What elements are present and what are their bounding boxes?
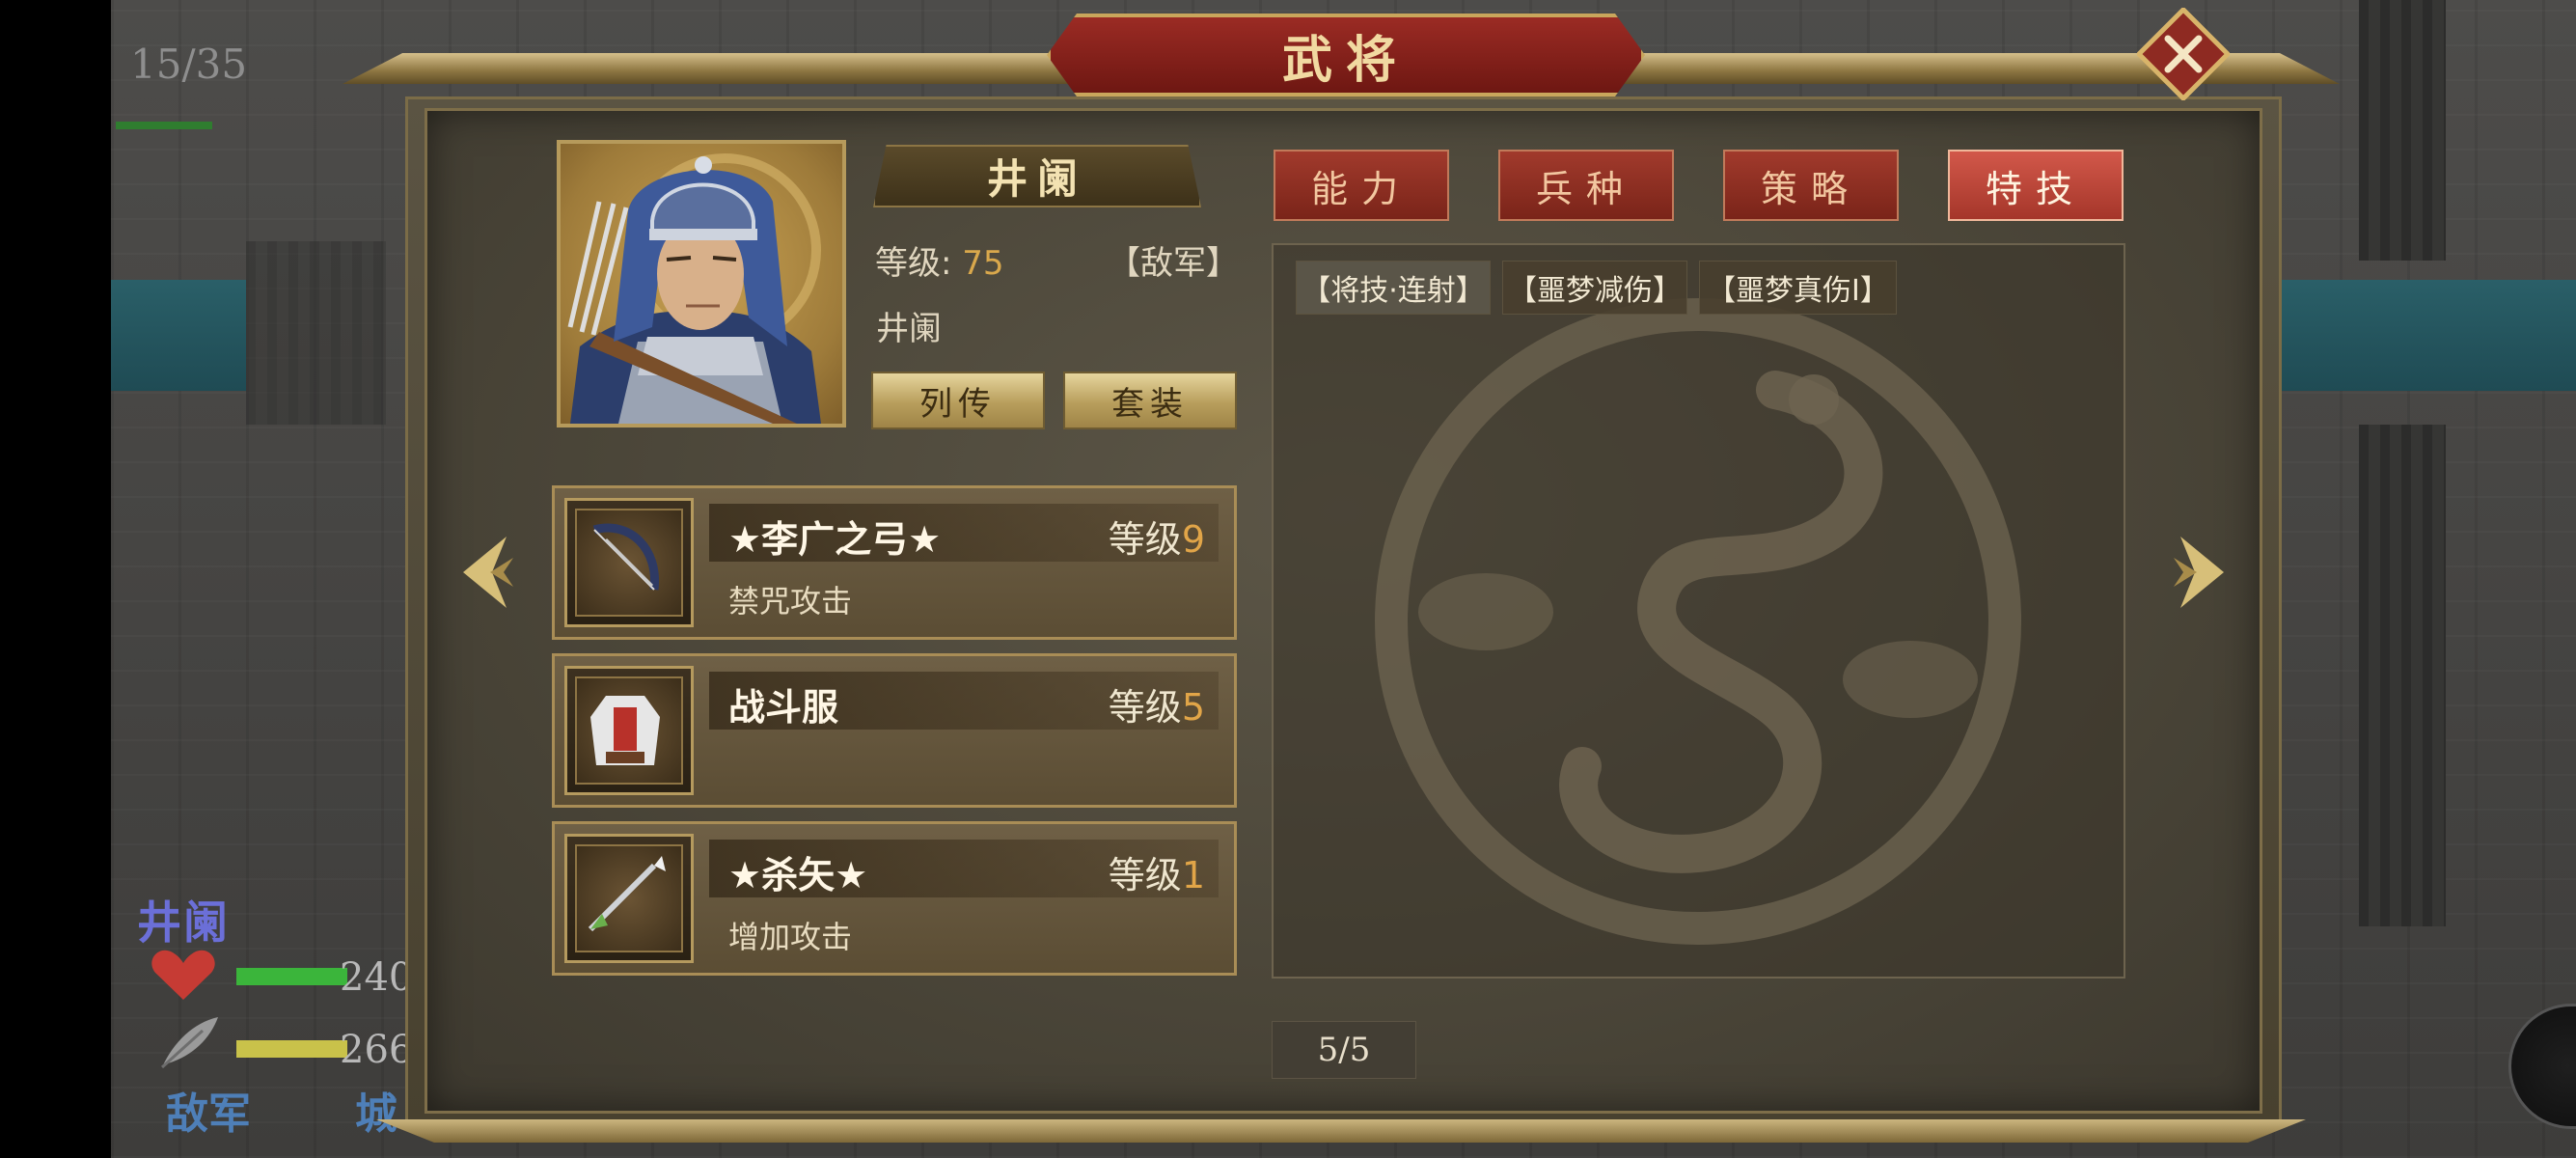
city-gate: [246, 241, 386, 425]
equipment-level: 等级5: [1108, 686, 1205, 729]
armor-icon: [590, 696, 660, 765]
tab-troop-type[interactable]: 兵种: [1498, 150, 1674, 221]
close-button[interactable]: [2137, 8, 2230, 100]
river: [2282, 280, 2576, 391]
feather-icon: [160, 1017, 218, 1069]
dragon-emblem-icon: [1375, 298, 2021, 945]
tab-strategy[interactable]: 策略: [1723, 150, 1899, 221]
equipment-name: 战斗服: [728, 686, 839, 729]
general-level: 等级: 75: [875, 236, 1004, 284]
general-name-title: 井阑: [986, 155, 1087, 203]
equipment-name: ★杀矢★: [728, 854, 868, 896]
page-indicator: 5/5: [1272, 1021, 1416, 1079]
hp-value: 240: [340, 955, 414, 1000]
equipment-item[interactable]: 战斗服 等级5: [552, 653, 1237, 808]
equipment-slot: [564, 666, 694, 795]
faction-label: 【敌军】: [1108, 244, 1239, 283]
equipment-slot: [564, 498, 694, 627]
general-portrait: [557, 140, 846, 427]
side-label: 敌军: [166, 1089, 251, 1139]
general-name: 井阑: [876, 310, 942, 348]
hp-bar: [236, 968, 347, 985]
skill-chip[interactable]: 【噩梦真伤Ⅰ】: [1699, 261, 1897, 315]
general-name-plate: 井阑: [873, 145, 1201, 207]
tab-ability[interactable]: 能力: [1274, 150, 1449, 221]
city-label: 城: [355, 1089, 397, 1139]
city-wall: [2359, 425, 2446, 926]
skill-chip[interactable]: 【将技·连射】: [1296, 261, 1491, 315]
mp-bar: [236, 1040, 347, 1058]
level-label: 等级:: [875, 244, 952, 283]
equipment-set-button[interactable]: 套装: [1063, 372, 1237, 429]
equipment-effect: 增加攻击: [728, 919, 853, 955]
equipment-effect: 禁咒攻击: [728, 583, 853, 620]
level-value: 75: [962, 244, 1004, 283]
turn-counter: 15/35: [130, 41, 248, 88]
title-banner: 武将: [1047, 14, 1645, 96]
turn-progress-bar: [116, 122, 212, 129]
heart-icon: [151, 950, 215, 1000]
special-skills-panel: [1272, 243, 2125, 979]
bow-icon: [592, 523, 660, 591]
equipment-slot: [564, 834, 694, 963]
equipment-level: 等级9: [1108, 518, 1205, 561]
tab-special-skill[interactable]: 特技: [1948, 150, 2124, 221]
river: [111, 280, 246, 391]
mp-value: 266: [340, 1028, 414, 1072]
panel-bottom-trim: [376, 1119, 2306, 1143]
equipment-name: ★李广之弓★: [728, 518, 942, 561]
city-wall: [2359, 0, 2446, 261]
biography-button[interactable]: 列传: [871, 372, 1045, 429]
arrow-icon: [588, 856, 666, 932]
next-general-arrow-icon[interactable]: [2166, 529, 2233, 616]
equipment-item[interactable]: ★杀矢★ 等级1 增加攻击: [552, 821, 1237, 976]
equipment-level: 等级1: [1108, 854, 1205, 896]
skill-chip[interactable]: 【噩梦减伤】: [1502, 261, 1687, 315]
unit-name-label: 井阑: [137, 896, 230, 949]
previous-general-arrow-icon[interactable]: [453, 529, 521, 616]
panel-title: 武将: [1281, 30, 1410, 90]
equipment-item[interactable]: ★李广之弓★ 等级9 禁咒攻击: [552, 485, 1237, 640]
